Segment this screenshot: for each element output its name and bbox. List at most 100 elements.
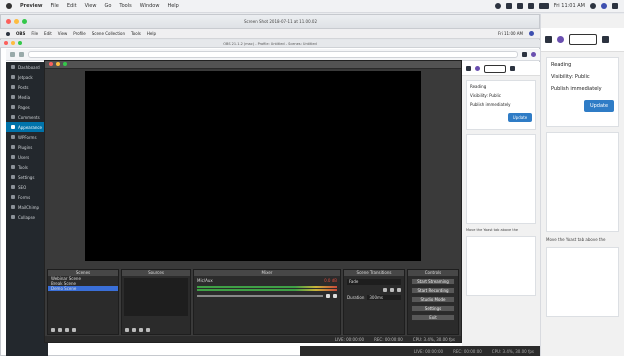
inner-menu-item: Edit bbox=[44, 31, 52, 36]
clock[interactable]: Fri 11:01 AM bbox=[554, 3, 585, 9]
start-streaming-button[interactable]: Start Streaming bbox=[411, 278, 455, 285]
volume-slider[interactable] bbox=[197, 295, 323, 297]
menu-icon[interactable] bbox=[612, 3, 618, 9]
remove-icon[interactable] bbox=[390, 288, 394, 292]
sidebar-item-posts[interactable]: Posts bbox=[6, 82, 48, 92]
record-icon[interactable] bbox=[494, 3, 501, 9]
studio-mode-button[interactable]: Studio Mode bbox=[411, 296, 455, 303]
search-icon[interactable] bbox=[590, 3, 596, 9]
gear-icon[interactable] bbox=[333, 294, 337, 298]
preview-titlebar: Screen Shot 2018-07-11 at 11.00.02 bbox=[1, 15, 539, 29]
sidebar-item-pages[interactable]: Pages bbox=[6, 102, 48, 112]
outer-obs-statusbar: LIVE: 00:00:00 REC: 00:00:00 CPU: 3.4%, … bbox=[300, 346, 540, 356]
mail-icon bbox=[11, 205, 15, 209]
volume-icon[interactable] bbox=[527, 3, 534, 9]
profile-icon bbox=[531, 52, 536, 57]
sidebar-item-mailchimp[interactable]: MailChimp bbox=[6, 202, 48, 212]
panel-line[interactable]: Publish immediately bbox=[551, 86, 614, 92]
sidebar-item-label: Forms bbox=[18, 194, 31, 200]
settings-button[interactable]: Settings bbox=[411, 305, 455, 312]
gear-icon[interactable] bbox=[602, 36, 609, 43]
sidebar-item-label: Tools bbox=[18, 164, 28, 170]
add-icon[interactable] bbox=[383, 288, 387, 292]
transition-type[interactable]: Fade bbox=[347, 279, 401, 285]
obs-zoom-button[interactable] bbox=[63, 62, 67, 66]
apple-icon[interactable] bbox=[6, 3, 12, 9]
sidebar-item-plugins[interactable]: Plugins bbox=[6, 142, 48, 152]
inner-right-panel: Reading Visibility: Public Publish immed… bbox=[462, 62, 540, 356]
remove-icon[interactable] bbox=[132, 328, 136, 332]
exit-button[interactable]: Exit bbox=[411, 314, 455, 321]
obs-preview-canvas[interactable] bbox=[85, 71, 421, 261]
panel-line: Reading bbox=[470, 84, 487, 89]
profile-icon[interactable] bbox=[557, 36, 564, 43]
duration-label: Duration bbox=[347, 295, 365, 300]
address-bar bbox=[28, 51, 518, 58]
remove-icon[interactable] bbox=[58, 328, 62, 332]
gear-icon bbox=[510, 66, 515, 71]
user-icon[interactable] bbox=[601, 3, 607, 9]
update-tab[interactable] bbox=[569, 34, 597, 45]
sidebar-item-media[interactable]: Media bbox=[6, 92, 48, 102]
apple-icon bbox=[6, 31, 10, 36]
obs-close-button[interactable] bbox=[49, 62, 53, 66]
inner-close-button bbox=[4, 41, 8, 45]
sources-header: Sources bbox=[122, 270, 190, 276]
inner-clock: Fri 11:00 AM bbox=[497, 31, 523, 36]
sidebar-item-dashboard[interactable]: Dashboard bbox=[6, 62, 48, 72]
menu-file[interactable]: File bbox=[51, 3, 59, 9]
battery-icon[interactable] bbox=[538, 3, 549, 9]
scene-item-selected[interactable]: Demo Scene bbox=[48, 286, 118, 291]
sidebar-item-settings[interactable]: Settings bbox=[6, 172, 48, 182]
down-icon[interactable] bbox=[72, 328, 76, 332]
close-button[interactable] bbox=[6, 19, 11, 24]
up-icon[interactable] bbox=[65, 328, 69, 332]
sidebar-item-jetpack[interactable]: Jetpack bbox=[6, 72, 48, 82]
menu-go[interactable]: Go bbox=[104, 3, 111, 9]
obs-window: Scenes Webinar Scene Break Scene Demo Sc… bbox=[44, 60, 462, 343]
jetpack-icon bbox=[11, 75, 15, 79]
up-icon[interactable] bbox=[146, 328, 150, 332]
start-recording-button[interactable]: Start Recording bbox=[411, 287, 455, 294]
forward-icon bbox=[19, 52, 24, 57]
menu-edit[interactable]: Edit bbox=[67, 3, 77, 9]
form-icon bbox=[11, 195, 15, 199]
sidebar-item-label: Settings bbox=[18, 174, 35, 180]
sources-dock: Sources bbox=[121, 269, 191, 335]
sidebar-item-users[interactable]: Users bbox=[6, 152, 48, 162]
duration-value[interactable]: 300ms bbox=[367, 295, 401, 300]
transition-row: Fade bbox=[347, 279, 401, 285]
mixer-slider-row bbox=[197, 294, 337, 298]
menu-tools[interactable]: Tools bbox=[119, 3, 131, 9]
sidebar-item-forms[interactable]: Forms bbox=[6, 192, 48, 202]
gear-icon[interactable] bbox=[397, 288, 401, 292]
add-icon[interactable] bbox=[125, 328, 129, 332]
comment-icon bbox=[11, 115, 15, 119]
panel-line[interactable]: Visibility: Public bbox=[551, 74, 614, 80]
sidebar-item-collapse[interactable]: Collapse bbox=[6, 212, 48, 222]
inner-meta-box bbox=[466, 134, 536, 224]
sidebar-item-appearance[interactable]: Appearance bbox=[6, 122, 48, 132]
obs-minimize-button[interactable] bbox=[56, 62, 60, 66]
update-button[interactable]: Update bbox=[584, 100, 614, 112]
wifi-icon[interactable] bbox=[516, 3, 523, 9]
menu-help[interactable]: Help bbox=[167, 3, 178, 9]
menu-view[interactable]: View bbox=[85, 3, 97, 9]
controls-header: Controls bbox=[408, 270, 458, 276]
settings-icon[interactable] bbox=[545, 36, 552, 43]
sidebar-item-label: Appearance bbox=[18, 124, 43, 130]
minimize-button[interactable] bbox=[14, 19, 19, 24]
menu-window[interactable]: Window bbox=[140, 3, 160, 9]
sidebar-item-wpforms[interactable]: WPForms bbox=[6, 132, 48, 142]
sidebar-item-seo[interactable]: SEO bbox=[6, 182, 48, 192]
inner-window-controls bbox=[4, 41, 22, 45]
bluetooth-icon[interactable] bbox=[505, 3, 512, 9]
add-icon[interactable] bbox=[51, 328, 55, 332]
sources-list[interactable] bbox=[124, 278, 188, 316]
app-name[interactable]: Preview bbox=[20, 3, 43, 9]
sidebar-item-comments[interactable]: Comments bbox=[6, 112, 48, 122]
inner-menu-item: Tools bbox=[131, 31, 141, 36]
sidebar-item-tools[interactable]: Tools bbox=[6, 162, 48, 172]
speaker-icon[interactable] bbox=[326, 294, 330, 298]
gear-icon[interactable] bbox=[139, 328, 143, 332]
